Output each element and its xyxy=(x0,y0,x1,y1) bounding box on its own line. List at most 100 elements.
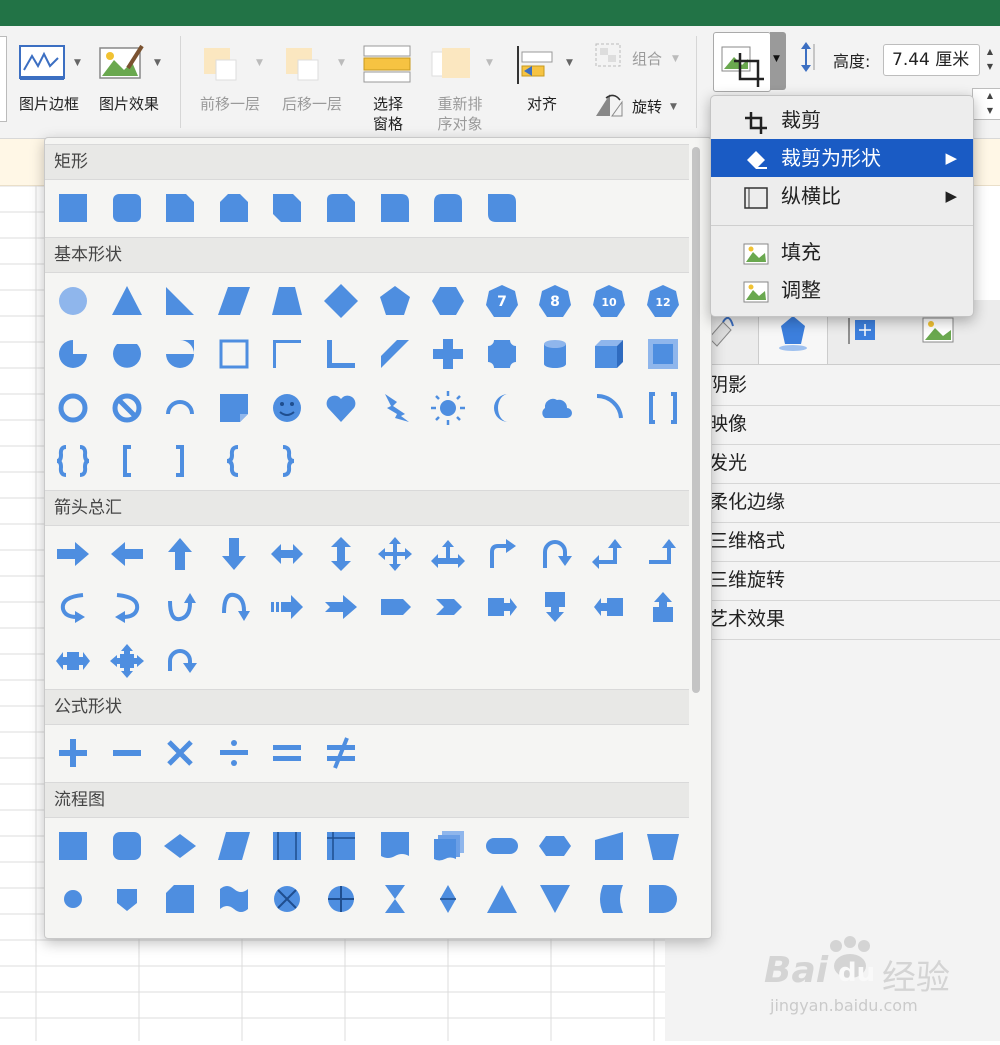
format-row-3d-rotation[interactable]: 三维旋转 xyxy=(665,561,1000,601)
shape-callout-right-icon[interactable] xyxy=(482,587,522,627)
shape-equal-icon[interactable] xyxy=(267,733,307,773)
shape-arrow-right-icon[interactable] xyxy=(53,534,93,574)
shape-arrow-left-icon[interactable] xyxy=(107,534,147,574)
shape-plaque-icon[interactable] xyxy=(482,334,522,374)
format-row-3d-format[interactable]: 三维格式 xyxy=(665,522,1000,562)
shape-triangle-icon[interactable] xyxy=(107,281,147,321)
shape-manual-operation-icon[interactable] xyxy=(643,826,683,866)
shape-decision-icon[interactable] xyxy=(160,826,200,866)
picture-border-button[interactable]: ▼ 图片边框 xyxy=(14,36,84,136)
shape-diamond-icon[interactable] xyxy=(321,281,361,321)
shape-arrow-u-turn-icon[interactable] xyxy=(535,534,575,574)
shape-extract-icon[interactable] xyxy=(482,879,522,919)
shape-arrow-up-icon[interactable] xyxy=(160,534,200,574)
crop-button[interactable] xyxy=(713,32,771,92)
shape-arrow-pentagon-icon[interactable] xyxy=(375,587,415,627)
shape-arrow-striped-icon[interactable] xyxy=(267,587,307,627)
bring-forward-button[interactable]: ▼ 前移一层 xyxy=(194,36,266,136)
shape-callout-left-right-icon[interactable] xyxy=(53,641,93,681)
shape-chord-icon[interactable] xyxy=(107,334,147,374)
shape-no-symbol-icon[interactable] xyxy=(107,388,147,428)
shape-arrow-left-right-up-icon[interactable] xyxy=(428,534,468,574)
shape-manual-input-icon[interactable] xyxy=(589,826,629,866)
shape-collate-icon[interactable] xyxy=(375,879,415,919)
shape-process-icon[interactable] xyxy=(53,826,93,866)
shape-connector-icon[interactable] xyxy=(53,879,93,919)
shape-round-diag-icon[interactable] xyxy=(482,188,522,228)
shape-multiply-icon[interactable] xyxy=(160,733,200,773)
shape-punched-tape-icon[interactable] xyxy=(214,879,254,919)
shape-smiley-icon[interactable] xyxy=(267,388,307,428)
chevron-down-icon[interactable]: ▼ xyxy=(566,58,573,68)
shape-round-rect-icon[interactable] xyxy=(107,188,147,228)
shape-right-brace-icon[interactable] xyxy=(267,441,307,481)
shape-internal-storage-icon[interactable] xyxy=(321,826,361,866)
chevron-down-icon[interactable]: ▼ xyxy=(74,58,81,68)
shape-left-bracket-icon[interactable] xyxy=(107,441,147,481)
shape-pentagon-icon[interactable] xyxy=(375,281,415,321)
shape-double-brace-icon[interactable] xyxy=(53,441,93,481)
shape-cloud-icon[interactable] xyxy=(535,388,575,428)
align-button[interactable]: ▼ 对齐 xyxy=(512,36,573,136)
menu-item-crop-to-shape[interactable]: 裁剪为形状 ▶ xyxy=(711,139,973,177)
shape-multidocument-icon[interactable] xyxy=(428,826,468,866)
shape-divide-icon[interactable] xyxy=(214,733,254,773)
shape-preparation-icon[interactable] xyxy=(535,826,575,866)
format-row-shadow[interactable]: 阴影 xyxy=(665,366,1000,406)
shape-frame-icon[interactable] xyxy=(214,334,254,374)
chevron-down-icon[interactable]: ▼ xyxy=(670,102,677,112)
shape-trapezoid-icon[interactable] xyxy=(267,281,307,321)
shape-right-triangle-icon[interactable] xyxy=(160,281,200,321)
shape-hexagon-icon[interactable] xyxy=(428,281,468,321)
height-input[interactable]: 7.44 厘米 xyxy=(883,44,980,76)
shape-bevel-icon[interactable] xyxy=(643,334,683,374)
shape-arrow-bent-icon[interactable] xyxy=(482,534,522,574)
group-label[interactable]: 组合 xyxy=(632,48,662,69)
picture-tab-icon[interactable] xyxy=(921,314,955,344)
format-row-glow[interactable]: 发光 xyxy=(665,444,1000,484)
shape-merge-icon[interactable] xyxy=(535,879,575,919)
shape-callout-quad-icon[interactable] xyxy=(107,641,147,681)
shape-stored-data-icon[interactable] xyxy=(589,879,629,919)
shape-snip-1-icon[interactable] xyxy=(160,188,200,228)
send-backward-button[interactable]: ▼ 后移一层 xyxy=(276,36,348,136)
shape-offpage-icon[interactable] xyxy=(107,879,147,919)
shape-lightning-icon[interactable] xyxy=(375,388,415,428)
reorder-objects-button[interactable]: ▼ 重新排 序对象 xyxy=(428,36,493,136)
shape-terminator-icon[interactable] xyxy=(482,826,522,866)
menu-item-fill[interactable]: 填充 xyxy=(711,233,973,271)
shape-cube-icon[interactable] xyxy=(589,334,629,374)
shape-arrow-curved-right-icon[interactable] xyxy=(53,587,93,627)
shape-arrow-curved-up-icon[interactable] xyxy=(160,587,200,627)
format-row-soft-edges[interactable]: 柔化边缘 xyxy=(665,483,1000,523)
shape-arc-icon[interactable] xyxy=(589,388,629,428)
shape-octagon-8-icon[interactable]: 8 xyxy=(535,281,575,321)
shape-moon-icon[interactable] xyxy=(482,388,522,428)
shape-arrow-quad-icon[interactable] xyxy=(375,534,415,574)
shape-l-shape-icon[interactable] xyxy=(321,334,361,374)
shape-alt-process-icon[interactable] xyxy=(107,826,147,866)
gallery-scrollbar[interactable] xyxy=(692,147,700,693)
crop-dropdown-button[interactable]: ▼ xyxy=(770,32,786,90)
shape-block-arc-icon[interactable] xyxy=(160,388,200,428)
shape-snip-round-icon[interactable] xyxy=(321,188,361,228)
shape-dodecagon-12-icon[interactable]: 12 xyxy=(643,281,683,321)
menu-item-crop[interactable]: 裁剪 xyxy=(711,101,973,139)
shape-donut-icon[interactable] xyxy=(53,388,93,428)
shape-left-brace-icon[interactable] xyxy=(214,441,254,481)
shape-arrow-curved-down-icon[interactable] xyxy=(214,587,254,627)
shape-not-equal-icon[interactable] xyxy=(321,733,361,773)
shape-cross-icon[interactable] xyxy=(428,334,468,374)
shape-folded-corner-icon[interactable] xyxy=(214,388,254,428)
shape-arrow-notched-icon[interactable] xyxy=(321,587,361,627)
shape-round-1-icon[interactable] xyxy=(375,188,415,228)
shape-rect-icon[interactable] xyxy=(53,188,93,228)
shape-sun-icon[interactable] xyxy=(428,388,468,428)
shape-data-icon[interactable] xyxy=(214,826,254,866)
shape-decagon-10-icon[interactable]: 10 xyxy=(589,281,629,321)
menu-item-fit[interactable]: 调整 xyxy=(711,271,973,309)
height-stepper[interactable]: ▲ ▼ xyxy=(982,44,998,74)
shape-right-bracket-icon[interactable] xyxy=(160,441,200,481)
shape-arrow-bent-up-icon[interactable] xyxy=(643,534,683,574)
menu-item-aspect-ratio[interactable]: 纵横比 ▶ xyxy=(711,177,973,215)
